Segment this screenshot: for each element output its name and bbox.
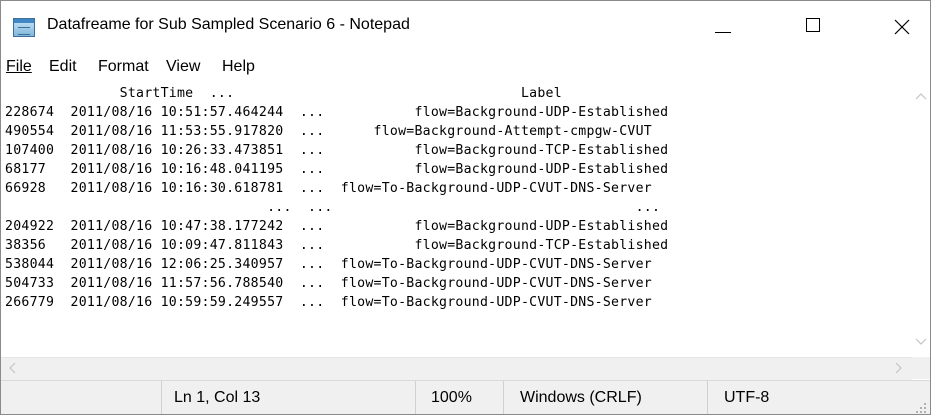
text-line: 538044 2011/08/16 12:06:25.340957 ... fl… [5,257,652,272]
text-line: 204922 2011/08/16 10:47:38.177242 ... fl… [5,219,669,234]
text-line: 68177 2011/08/16 10:16:48.041195 ... flo… [5,162,669,177]
status-line-ending: Windows (CRLF) [503,381,707,414]
text-line: ... ... ... [5,200,661,215]
status-position: Ln 1, Col 13 [161,381,415,414]
chevron-left-icon[interactable] [7,362,19,374]
resize-grip-icon[interactable] [916,403,926,413]
menu-bar: File Edit Format View Help [1,53,930,81]
menu-view-label: View [166,58,201,75]
text-line: 38356 2011/08/16 10:09:47.811843 ... flo… [5,238,669,253]
notepad-icon[interactable] [13,18,35,37]
chevron-down-icon[interactable] [915,335,927,347]
vertical-scrollbar[interactable] [912,83,930,357]
menu-edit-label: Edit [49,58,77,75]
text-line: 490554 2011/08/16 11:53:55.917820 ... fl… [5,124,652,139]
minimize-button[interactable] [693,1,750,53]
menu-view[interactable]: View [166,58,200,76]
status-encoding: UTF-8 [707,381,930,414]
menu-format-label: Format [98,58,149,75]
menu-help-label: Help [222,58,255,75]
maximize-button[interactable] [786,1,843,53]
text-line: 266779 2011/08/16 10:59:59.249557 ... fl… [5,295,652,310]
text-line: 504733 2011/08/16 11:57:56.788540 ... fl… [5,276,652,291]
title-bar[interactable]: Datafreame for Sub Sampled Scenario 6 - … [1,1,930,53]
chevron-right-icon[interactable] [892,362,904,374]
text-line: 66928 2011/08/16 10:16:30.618781 ... flo… [5,181,652,196]
notepad-window: Datafreame for Sub Sampled Scenario 6 - … [0,0,931,415]
horizontal-scrollbar[interactable] [1,357,912,380]
menu-format[interactable]: Format [98,58,149,76]
text-editor[interactable]: StartTime ... Label 228674 2011/08/16 10… [5,83,910,355]
close-icon [894,19,910,35]
status-bar: Ln 1, Col 13 100% Windows (CRLF) UTF-8 [1,380,930,414]
status-line-ending-text: Windows (CRLF) [520,389,642,406]
menu-help[interactable]: Help [222,58,255,76]
scrollbar-corner [912,357,930,379]
status-encoding-text: UTF-8 [724,389,770,406]
status-zoom: 100% [415,381,503,414]
window-title: Datafreame for Sub Sampled Scenario 6 - … [47,16,410,33]
status-position-text: Ln 1, Col 13 [174,389,261,406]
text-line: 228674 2011/08/16 10:51:57.464244 ... fl… [5,105,669,120]
status-zoom-text: 100% [431,389,472,406]
menu-file-label: File [6,58,32,75]
chevron-up-icon[interactable] [915,91,927,103]
menu-edit[interactable]: Edit [49,58,77,76]
text-line: StartTime ... Label [5,86,562,101]
menu-file[interactable]: File [6,58,32,76]
close-button[interactable] [873,1,930,53]
text-line: 107400 2011/08/16 10:26:33.473851 ... fl… [5,143,669,158]
